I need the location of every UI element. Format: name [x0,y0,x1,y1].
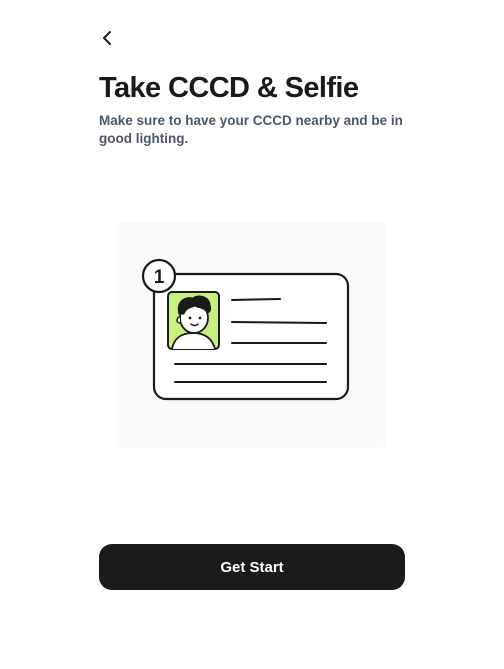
step-number-badge: 1 [141,258,177,294]
step-number: 1 [154,267,165,288]
page-title: Take CCCD & Selfie [99,72,359,104]
back-button[interactable] [96,27,118,49]
id-card-illustration: 1 [116,222,386,448]
page-subtitle: Make sure to have your CCCD nearby and b… [99,113,403,146]
chevron-left-icon [103,31,111,45]
get-start-button[interactable]: Get Start [99,544,405,590]
get-start-button-label: Get Start [220,558,284,576]
